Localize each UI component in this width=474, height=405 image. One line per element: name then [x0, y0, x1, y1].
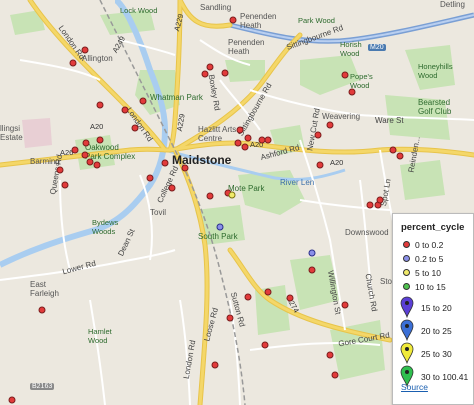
map-marker-red[interactable] — [308, 266, 316, 274]
map-marker-yellow[interactable] — [228, 191, 236, 199]
map-marker-red[interactable] — [82, 139, 90, 147]
map-marker-blue[interactable] — [216, 223, 224, 231]
map-marker-red[interactable] — [316, 161, 324, 169]
map-marker-red[interactable] — [244, 134, 252, 142]
legend-title: percent_cycle — [401, 222, 465, 233]
legend-label: 5 to 10 — [415, 268, 441, 278]
map-marker-red[interactable] — [229, 16, 237, 24]
map-marker-red[interactable] — [389, 146, 397, 154]
legend-label: 10 to 15 — [415, 282, 446, 292]
map-marker-red[interactable] — [181, 164, 189, 172]
map-marker-red[interactable] — [96, 136, 104, 144]
legend-item-0: 0 to 0.2 — [393, 239, 473, 253]
legend-label: 20 to 25 — [421, 326, 452, 336]
map-marker-red[interactable] — [93, 161, 101, 169]
map-marker-red[interactable] — [146, 174, 154, 182]
map-marker-red[interactable] — [376, 196, 384, 204]
map-marker-red[interactable] — [56, 166, 64, 174]
legend-item-4: 15 to 20 — [393, 295, 473, 318]
map-marker-blue[interactable] — [308, 249, 316, 257]
map-marker-red[interactable] — [8, 396, 16, 404]
legend-item-5: 20 to 25 — [393, 318, 473, 341]
map-legend: percent_cycle 0 to 0.2 0.2 to 5 5 to 10 10 … — [392, 213, 474, 405]
map-marker-red[interactable] — [201, 70, 209, 78]
legend-label: 0 to 0.2 — [415, 240, 444, 250]
map-pin-icon — [400, 319, 414, 341]
map-marker-red[interactable] — [161, 159, 169, 167]
map-marker-red[interactable] — [264, 136, 272, 144]
map-pin-icon — [400, 342, 414, 364]
map-marker-red[interactable] — [236, 126, 244, 134]
map-marker-red[interactable] — [206, 63, 214, 71]
map-marker-red[interactable] — [61, 181, 69, 189]
map-marker-red[interactable] — [326, 121, 334, 129]
road-label-a20-far-east: A20 — [330, 158, 344, 167]
map-marker-red[interactable] — [81, 151, 89, 159]
map-marker-red[interactable] — [38, 306, 46, 314]
legend-label: 25 to 30 — [421, 349, 452, 359]
map-marker-red[interactable] — [261, 341, 269, 349]
map-marker-red[interactable] — [206, 192, 214, 200]
road-label-a20-west: A20 — [90, 122, 104, 131]
map-marker-red[interactable] — [348, 88, 356, 96]
legend-swatch-dot — [403, 269, 410, 276]
legend-item-6: 25 to 30 — [393, 341, 473, 364]
map-marker-red[interactable] — [139, 97, 147, 105]
map-marker-red[interactable] — [241, 143, 249, 151]
legend-source-link[interactable]: Source — [401, 382, 428, 392]
map-marker-red[interactable] — [96, 101, 104, 109]
legend-swatch-dot — [403, 283, 410, 290]
map-marker-red[interactable] — [366, 201, 374, 209]
map-marker-red[interactable] — [314, 131, 322, 139]
map-marker-red[interactable] — [86, 158, 94, 166]
legend-swatch-dot — [403, 255, 410, 262]
map-marker-red[interactable] — [341, 71, 349, 79]
road-shield-b2163: B2163 — [30, 383, 55, 390]
legend-item-1: 0.2 to 5 — [393, 253, 473, 267]
map-marker-red[interactable] — [264, 288, 272, 296]
map-marker-red[interactable] — [131, 124, 139, 132]
map-pin-icon — [400, 296, 414, 318]
road-shield-m20: M20 — [368, 44, 386, 51]
legend-item-3: 10 to 15 — [393, 281, 473, 295]
map-canvas[interactable]: Maidstone Allington Barming Tovil Sandli… — [0, 0, 474, 405]
map-marker-red[interactable] — [81, 46, 89, 54]
map-marker-red[interactable] — [326, 351, 334, 359]
map-marker-red[interactable] — [286, 294, 294, 302]
legend-item-2: 5 to 10 — [393, 267, 473, 281]
map-marker-red[interactable] — [71, 146, 79, 154]
map-marker-red[interactable] — [69, 59, 77, 67]
map-marker-red[interactable] — [121, 106, 129, 114]
map-marker-red[interactable] — [331, 371, 339, 379]
map-marker-red[interactable] — [244, 293, 252, 301]
map-marker-red[interactable] — [396, 152, 404, 160]
legend-label: 30 to 100.41 — [421, 372, 469, 382]
legend-label: 0.2 to 5 — [415, 254, 444, 264]
map-marker-red[interactable] — [234, 139, 242, 147]
map-marker-red[interactable] — [168, 184, 176, 192]
map-marker-red[interactable] — [211, 361, 219, 369]
legend-swatch-dot — [403, 241, 410, 248]
map-marker-red[interactable] — [221, 69, 229, 77]
legend-items: 0 to 0.2 0.2 to 5 5 to 10 10 to 15 15 to 20 2… — [393, 239, 473, 387]
map-marker-red[interactable] — [341, 301, 349, 309]
legend-label: 15 to 20 — [421, 303, 452, 313]
map-marker-red[interactable] — [226, 314, 234, 322]
